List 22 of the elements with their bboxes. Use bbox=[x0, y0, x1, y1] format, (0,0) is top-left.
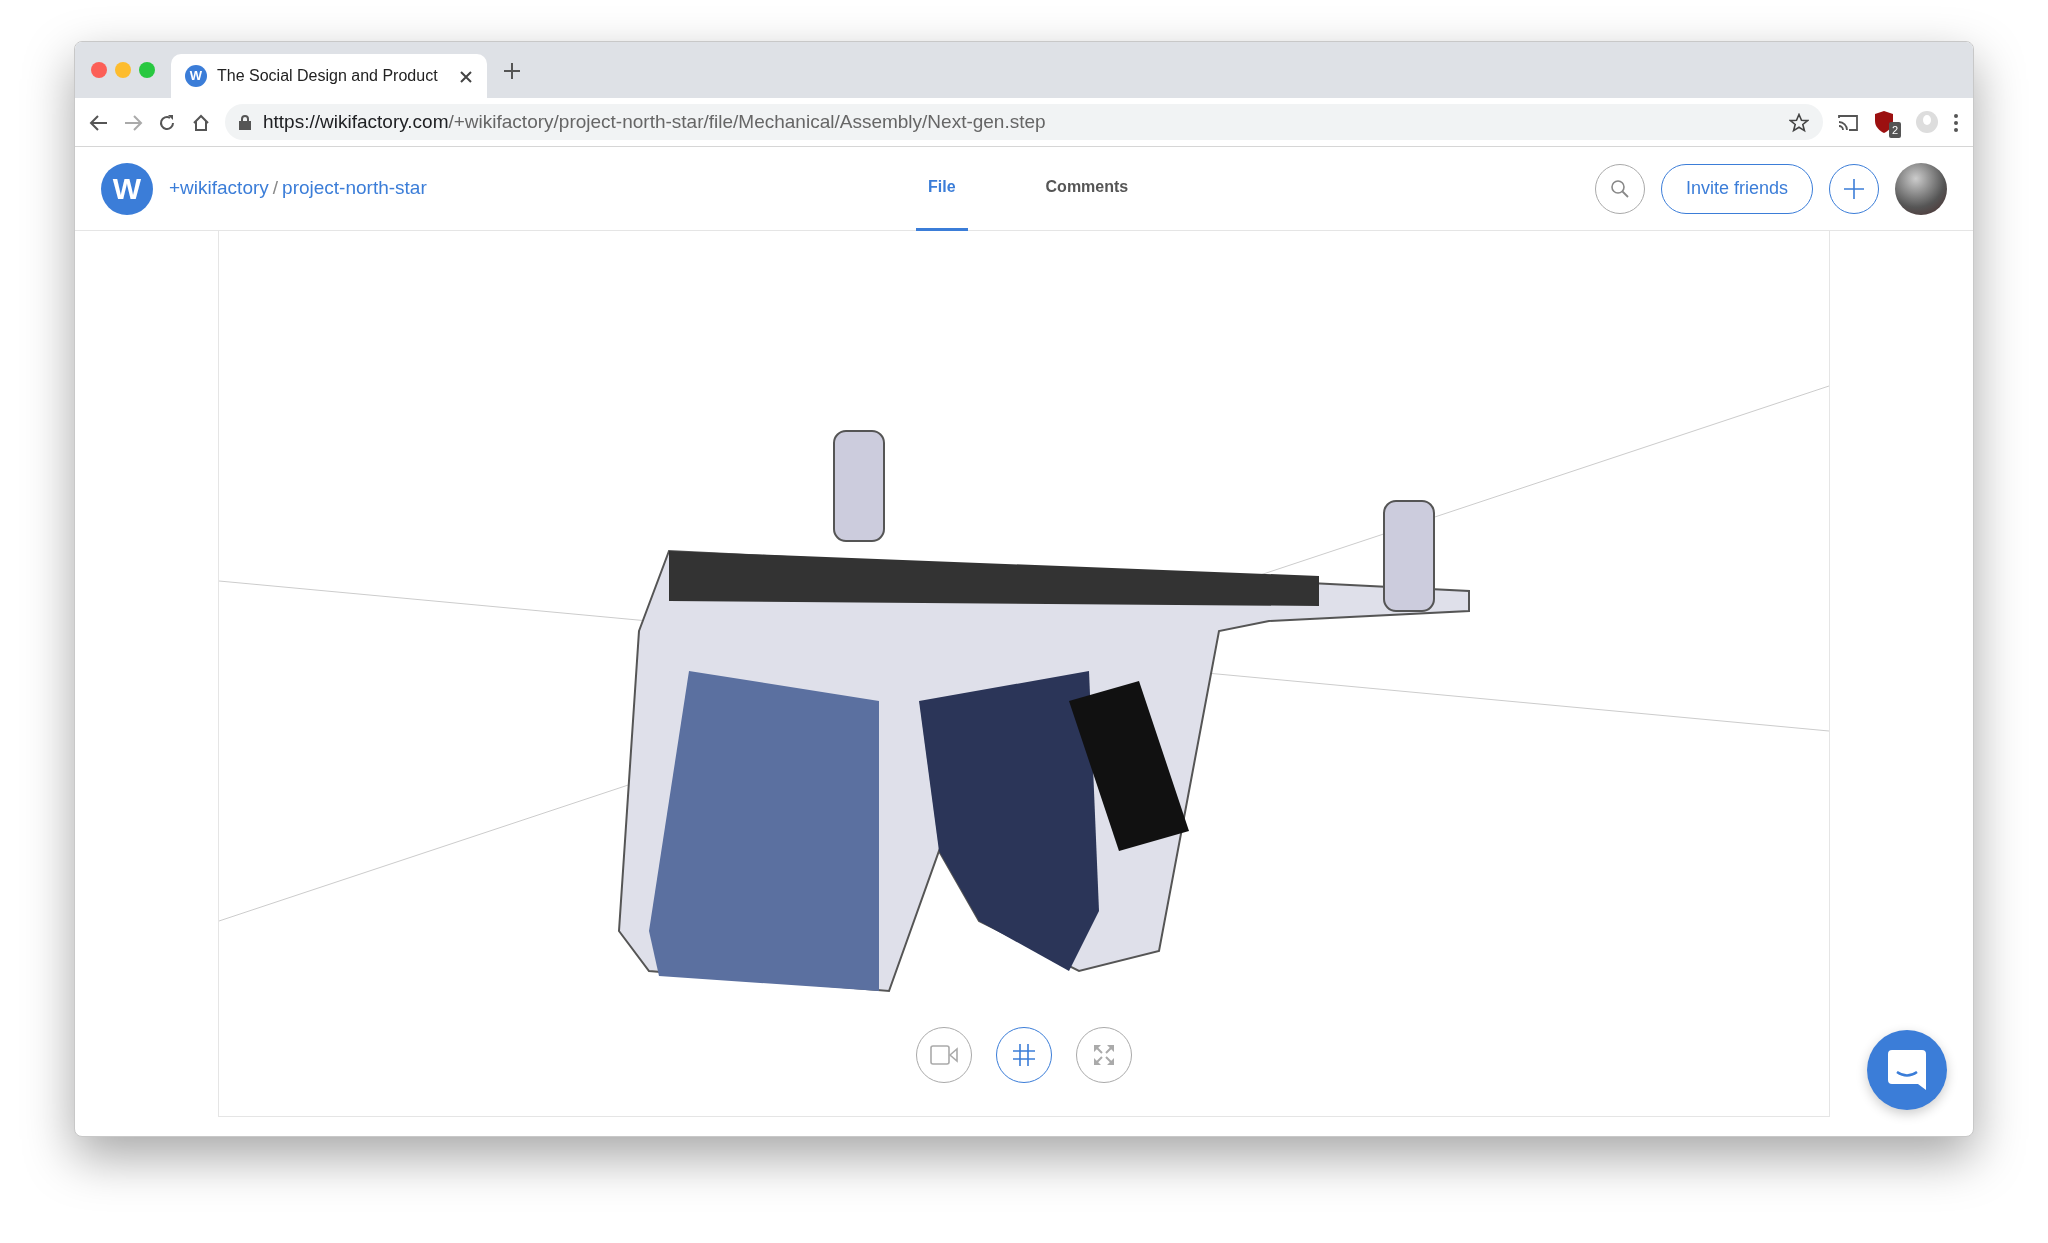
favicon: W bbox=[185, 65, 207, 87]
add-button[interactable] bbox=[1829, 163, 1879, 214]
chat-bubble-icon bbox=[1888, 1050, 1926, 1090]
user-avatar[interactable] bbox=[1895, 162, 1947, 215]
video-camera-icon bbox=[930, 1045, 958, 1065]
browser-tab[interactable]: W The Social Design and Product bbox=[171, 54, 487, 98]
url-text: https://wikifactory.com/+wikifactory/project-north-star/file/Mechanical/Assembly/Next-gen.step bbox=[263, 109, 1047, 134]
plus-icon bbox=[1843, 177, 1865, 200]
page-tab[interactable]: Comments bbox=[1033, 146, 1141, 231]
logo[interactable]: W bbox=[101, 162, 153, 215]
breadcrumb-link[interactable]: +wikifactory bbox=[169, 174, 269, 203]
search-icon bbox=[1609, 178, 1630, 199]
address-bar[interactable]: https://wikifactory.com/+wikifactory/project-north-star/file/Mechanical/Assembly/Next-gen.step bbox=[225, 104, 1823, 140]
chat-button[interactable] bbox=[1867, 1030, 1947, 1110]
grid-toggle-button[interactable] bbox=[996, 1027, 1052, 1083]
page-tab[interactable]: File bbox=[916, 146, 968, 231]
breadcrumb-link[interactable]: project-north-star bbox=[282, 174, 427, 203]
grid-icon bbox=[1013, 1044, 1035, 1066]
expand-icon bbox=[1093, 1044, 1115, 1066]
tab-title: The Social Design and Product bbox=[217, 66, 439, 86]
invite-friends-button[interactable]: Invite friends bbox=[1660, 163, 1813, 214]
breadcrumb-separator: / bbox=[272, 176, 279, 201]
